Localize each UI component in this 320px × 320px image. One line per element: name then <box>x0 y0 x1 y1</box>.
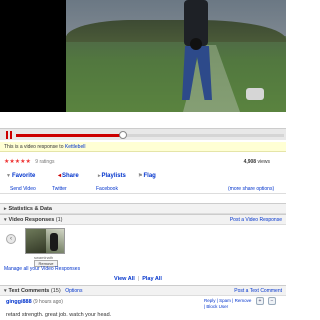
previous-arrow-icon[interactable]: ‹ <box>6 234 16 244</box>
favorite-button[interactable]: ▼Favorite <box>6 170 35 182</box>
progress-fill <box>16 134 124 137</box>
thumbnail-figure <box>50 233 58 251</box>
flag-label: Flag <box>143 173 156 179</box>
kettlebell-shape <box>190 38 202 50</box>
views-label: views <box>257 159 270 165</box>
playlists-button[interactable]: ▸Playlists <box>98 170 126 182</box>
comment-author: ginggi888 (9 hours ago) <box>6 299 63 305</box>
star-rating[interactable]: ★★★★★ <box>4 159 31 165</box>
chevron-down-icon: ▼ <box>6 173 11 179</box>
text-comments-section-header[interactable]: ▾ Text Comments (15) Options Post a Text … <box>0 285 286 296</box>
view-count: 4,908 views <box>244 157 270 167</box>
share-icon: ◂ <box>58 173 62 179</box>
comment-options-link[interactable]: Options <box>65 288 82 294</box>
statistics-section-header[interactable]: ▸ Statistics & Data <box>0 203 286 214</box>
comment-time: (9 hours ago) <box>33 299 63 305</box>
person-legs <box>182 46 212 100</box>
thumbnail-pane-left <box>26 229 46 253</box>
comment-text: retard strength. great job. watch your h… <box>6 312 112 318</box>
text-comments-count: (15) <box>50 288 61 294</box>
video-person <box>176 0 216 104</box>
video-responses-title: Video Responses <box>8 217 55 223</box>
play-all-link[interactable]: Play All <box>142 276 162 282</box>
ratings-count: 9 ratings <box>35 159 55 165</box>
video-response-thumbnail[interactable] <box>25 228 65 254</box>
video-responses-count: (1) <box>55 217 63 223</box>
video-gear-bag <box>246 88 264 100</box>
share-button[interactable]: ◂Share <box>58 170 79 182</box>
more-share-options-link[interactable]: (more share options) <box>228 184 274 194</box>
view-play-links: View All | Play All <box>114 276 162 282</box>
comment-actions[interactable]: Reply | Spam | Remove | Block User <box>204 298 252 310</box>
flag-button[interactable]: ⚑Flag <box>138 170 156 182</box>
action-bar: ▼Favorite ◂Share ▸Playlists ⚑Flag <box>0 170 286 182</box>
chevron-down-icon: ▾ <box>4 288 7 294</box>
chevron-down-icon: ▾ <box>4 217 7 223</box>
pause-icon[interactable] <box>5 131 13 139</box>
separator: | <box>137 276 140 282</box>
post-text-comment-link[interactable]: Post a Text Comment <box>234 286 282 297</box>
text-comments-title: Text Comments <box>8 288 50 294</box>
send-video-link[interactable]: Send Video <box>10 184 36 194</box>
share-options: Send Video Twitter Facebook (more share … <box>0 184 286 194</box>
statistics-title: Statistics & Data <box>8 206 52 212</box>
response-note-prefix: This is a video response to <box>4 144 64 150</box>
share-label: Share <box>62 173 79 179</box>
views-number: 4,908 <box>243 159 257 165</box>
view-all-link[interactable]: View All <box>114 276 135 282</box>
favorite-label: Favorite <box>11 173 36 179</box>
video-player[interactable] <box>0 0 286 112</box>
manage-video-responses-link[interactable]: Manage all your Video Responses <box>4 266 80 272</box>
video-response-note: This is a video response to Kettlebell <box>0 142 286 152</box>
flag-icon: ⚑ <box>138 173 143 179</box>
chevron-right-icon: ▸ <box>98 173 101 179</box>
post-video-response-link[interactable]: Post a Video Response <box>230 215 282 226</box>
thumbs-down-icon[interactable]: − <box>268 297 276 305</box>
facebook-link[interactable]: Facebook <box>96 184 118 194</box>
video-responses-section-header[interactable]: ▾ Video Responses (1) Post a Video Respon… <box>0 214 286 225</box>
progress-bar[interactable] <box>16 131 284 139</box>
chevron-right-icon: ▸ <box>4 206 7 212</box>
player-controls <box>0 128 286 140</box>
twitter-link[interactable]: Twitter <box>52 184 67 194</box>
progress-handle[interactable] <box>119 131 128 139</box>
comment-username[interactable]: ginggi888 <box>6 299 32 305</box>
response-note-link[interactable]: Kettlebell <box>65 144 86 150</box>
thumbs-up-icon[interactable]: + <box>256 297 264 305</box>
playlists-label: Playlists <box>101 173 126 179</box>
ratings-row: ★★★★★ 9 ratings 4,908 views <box>0 157 286 167</box>
